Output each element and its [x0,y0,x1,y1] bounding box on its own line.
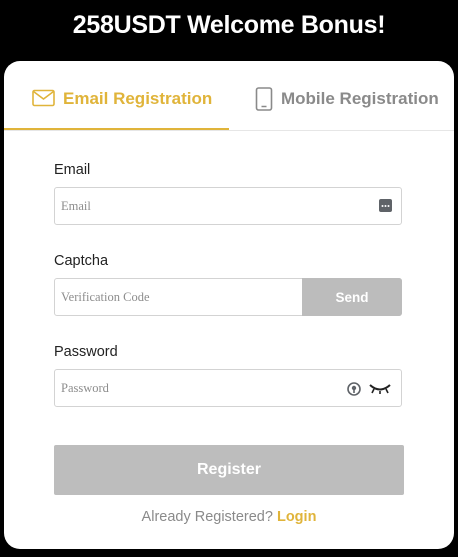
welcome-banner: 258USDT Welcome Bonus! [0,0,458,50]
eye-closed-icon[interactable] [369,383,391,395]
phone-icon [255,87,273,111]
verification-code-input[interactable] [61,279,296,315]
captcha-label: Captcha [54,253,109,269]
tab-email-registration[interactable]: Email Registration [32,89,212,131]
password-input[interactable] [61,370,341,406]
envelope-icon [32,89,55,107]
already-registered-text: Already Registered? [141,509,273,525]
send-code-button[interactable]: Send [302,278,402,316]
tab-mobile-registration[interactable]: Mobile Registration [255,87,439,131]
registration-tabs: Email Registration Mobile Registration [4,61,454,131]
tab-email-label: Email Registration [63,89,213,108]
login-prompt: Already Registered? Login [4,509,454,525]
login-link[interactable]: Login [277,509,316,525]
captcha-field: Send [54,278,402,316]
registration-card: Email Registration Mobile Registration E… [4,61,454,549]
tab-mobile-label: Mobile Registration [281,89,439,108]
email-input[interactable] [61,188,371,224]
register-button[interactable]: Register [54,445,404,495]
email-field[interactable] [54,187,402,225]
email-label: Email [54,162,91,178]
tabs-divider [4,130,454,131]
password-manager-icon[interactable] [379,199,392,212]
password-field [54,369,402,407]
password-manager-icon[interactable] [347,382,361,396]
banner-title: 258USDT Welcome Bonus! [72,10,386,39]
password-label: Password [54,344,118,360]
